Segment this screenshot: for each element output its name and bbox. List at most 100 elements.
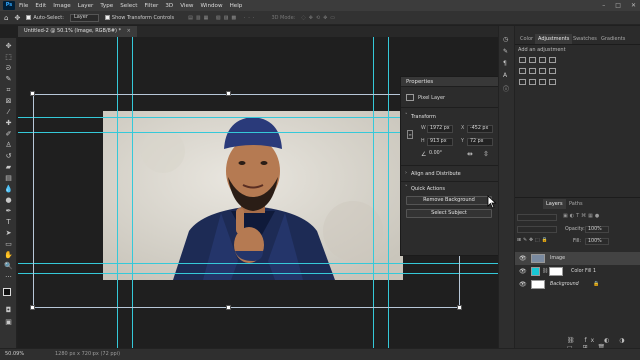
transform-collapse-icon[interactable]: ˅ bbox=[405, 113, 408, 119]
menu-window[interactable]: Window bbox=[201, 3, 223, 9]
visibility-eye-icon[interactable]: 👁 bbox=[519, 255, 527, 262]
auto-select-toggle[interactable]: Auto-Select: bbox=[26, 15, 64, 21]
transform-handle[interactable] bbox=[30, 305, 35, 310]
tab-layers[interactable]: Layers bbox=[543, 199, 566, 209]
select-subject-button[interactable]: Select Subject bbox=[406, 209, 492, 218]
auto-select-target-dropdown[interactable]: Layer bbox=[69, 13, 99, 22]
quick-mask-icon[interactable]: ◘ bbox=[4, 306, 13, 314]
layer-background[interactable]: 👁 Background 🔒 bbox=[515, 278, 640, 291]
black-white-icon[interactable] bbox=[549, 68, 556, 74]
menu-type[interactable]: Type bbox=[100, 3, 113, 9]
menu-select[interactable]: Select bbox=[120, 3, 137, 9]
transform-handle[interactable] bbox=[457, 305, 462, 310]
show-transform-checkbox[interactable] bbox=[104, 15, 110, 20]
crop-tool-icon[interactable]: ⌗ bbox=[4, 86, 13, 94]
home-icon[interactable]: ⌂ bbox=[4, 14, 8, 22]
tab-paths[interactable]: Paths bbox=[566, 199, 586, 209]
document-tab[interactable]: Untitled-2 @ 50.1% (Image, RGB/8#) * × bbox=[18, 26, 137, 37]
close-window-button[interactable]: ✕ bbox=[631, 2, 636, 9]
document-info[interactable]: 1280 px x 720 px (72 ppi) bbox=[55, 351, 120, 357]
width-field[interactable]: 1972 px bbox=[427, 125, 453, 133]
transform-handle[interactable] bbox=[30, 91, 35, 96]
paragraph-panel-icon[interactable]: ¶ bbox=[503, 60, 507, 67]
menu-view[interactable]: View bbox=[180, 3, 193, 9]
tab-color[interactable]: Color bbox=[517, 34, 536, 44]
angle-field[interactable]: 0.00° bbox=[427, 151, 453, 159]
blur-tool-icon[interactable]: 💧 bbox=[4, 185, 13, 193]
opacity-field[interactable]: 100% bbox=[585, 226, 609, 233]
lock-icons[interactable]: ⊞✎✥⬚🔒 bbox=[517, 238, 550, 243]
minimize-button[interactable]: – bbox=[602, 2, 605, 9]
foreground-color-swatch[interactable] bbox=[3, 288, 11, 296]
eraser-tool-icon[interactable]: ▰ bbox=[4, 163, 13, 171]
gradient-map-icon[interactable] bbox=[549, 79, 556, 85]
levels-icon[interactable] bbox=[529, 57, 536, 63]
hue-saturation-icon[interactable] bbox=[529, 68, 536, 74]
threshold-icon[interactable] bbox=[539, 79, 546, 85]
posterize-icon[interactable] bbox=[529, 79, 536, 85]
quick-actions-collapse-icon[interactable]: ˅ bbox=[405, 185, 408, 191]
visibility-eye-icon[interactable]: 👁 bbox=[519, 268, 527, 275]
frame-tool-icon[interactable]: ⊠ bbox=[4, 97, 13, 105]
move-tool-icon[interactable]: ✥ bbox=[4, 42, 13, 50]
close-tab-icon[interactable]: × bbox=[127, 28, 131, 34]
move-tool-icon[interactable]: ✥ bbox=[14, 14, 20, 22]
menu-image[interactable]: Image bbox=[53, 3, 71, 9]
transform-bounding-box[interactable] bbox=[33, 94, 460, 308]
tab-gradients[interactable]: Gradients bbox=[598, 34, 628, 44]
marquee-tool-icon[interactable]: ⬚ bbox=[4, 53, 13, 61]
tab-swatches[interactable]: Swatches bbox=[570, 34, 600, 44]
invert-icon[interactable] bbox=[519, 79, 526, 85]
fill-field[interactable]: 100% bbox=[585, 238, 609, 245]
healing-tool-icon[interactable]: ✚ bbox=[4, 119, 13, 127]
visibility-eye-icon[interactable]: 👁 bbox=[519, 281, 527, 288]
clone-stamp-tool-icon[interactable]: ♙ bbox=[4, 141, 13, 149]
brightness-contrast-icon[interactable] bbox=[519, 57, 526, 63]
layer-color-fill[interactable]: 👁 ⛓ Color Fill 1 bbox=[515, 265, 640, 278]
character-panel-icon[interactable]: A bbox=[503, 72, 507, 79]
layer-image[interactable]: 👁 Image bbox=[515, 252, 640, 265]
lasso-tool-icon[interactable]: ᘐ bbox=[4, 64, 13, 72]
link-dimensions-icon[interactable]: ∞ bbox=[407, 130, 413, 139]
layer-name[interactable]: Background bbox=[550, 282, 579, 287]
blend-mode-dropdown[interactable] bbox=[517, 226, 557, 233]
3d-mode-icons[interactable]: ◌✥⟲✥▭ bbox=[301, 15, 338, 21]
pen-tool-icon[interactable]: ✒ bbox=[4, 207, 13, 215]
menu-file[interactable]: File bbox=[19, 3, 28, 9]
color-balance-icon[interactable] bbox=[539, 68, 546, 74]
info-panel-icon[interactable]: ⓘ bbox=[503, 84, 509, 93]
y-field[interactable]: 72 px bbox=[467, 138, 493, 146]
history-panel-icon[interactable]: ◷ bbox=[503, 36, 508, 43]
curves-icon[interactable] bbox=[539, 57, 546, 63]
menu-filter[interactable]: Filter bbox=[144, 3, 158, 9]
layer-name[interactable]: Image bbox=[550, 256, 565, 261]
layer-name[interactable]: Color Fill 1 bbox=[571, 269, 596, 274]
brush-tool-icon[interactable]: ✐ bbox=[4, 130, 13, 138]
screen-mode-icon[interactable]: ▣ bbox=[4, 318, 13, 326]
dodge-tool-icon[interactable]: ● bbox=[4, 196, 13, 204]
x-field[interactable]: -452 px bbox=[467, 125, 493, 133]
menu-edit[interactable]: Edit bbox=[35, 3, 46, 9]
align-expand-icon[interactable]: › bbox=[405, 170, 407, 176]
flip-horizontal-icon[interactable]: ⇹ bbox=[467, 150, 473, 158]
tab-adjustments[interactable]: Adjustments bbox=[535, 34, 573, 44]
layer-filter-dropdown[interactable] bbox=[517, 214, 557, 221]
flip-vertical-icon[interactable]: ⇳ bbox=[483, 150, 489, 158]
path-select-tool-icon[interactable]: ➤ bbox=[4, 229, 13, 237]
status-expand-icon[interactable]: › bbox=[92, 351, 94, 357]
eyedropper-tool-icon[interactable]: ⁄ bbox=[4, 108, 13, 116]
edit-toolbar-icon[interactable]: ··· bbox=[4, 273, 13, 281]
menu-3d[interactable]: 3D bbox=[165, 3, 173, 9]
height-field[interactable]: 913 px bbox=[427, 138, 453, 146]
menu-help[interactable]: Help bbox=[230, 3, 243, 9]
zoom-tool-icon[interactable]: 🔍 bbox=[4, 262, 13, 270]
history-brush-tool-icon[interactable]: ↺ bbox=[4, 152, 13, 160]
layer-filter-icons[interactable]: ▣◐T⌘▦● bbox=[563, 213, 601, 219]
exposure-icon[interactable] bbox=[549, 57, 556, 63]
transform-handle[interactable] bbox=[226, 305, 231, 310]
gradient-tool-icon[interactable]: ▤ bbox=[4, 174, 13, 182]
show-transform-toggle[interactable]: Show Transform Controls bbox=[104, 15, 174, 21]
menu-layer[interactable]: Layer bbox=[78, 3, 94, 9]
quick-select-tool-icon[interactable]: ✎ bbox=[4, 75, 13, 83]
brush-settings-icon[interactable]: ✎ bbox=[503, 48, 508, 55]
